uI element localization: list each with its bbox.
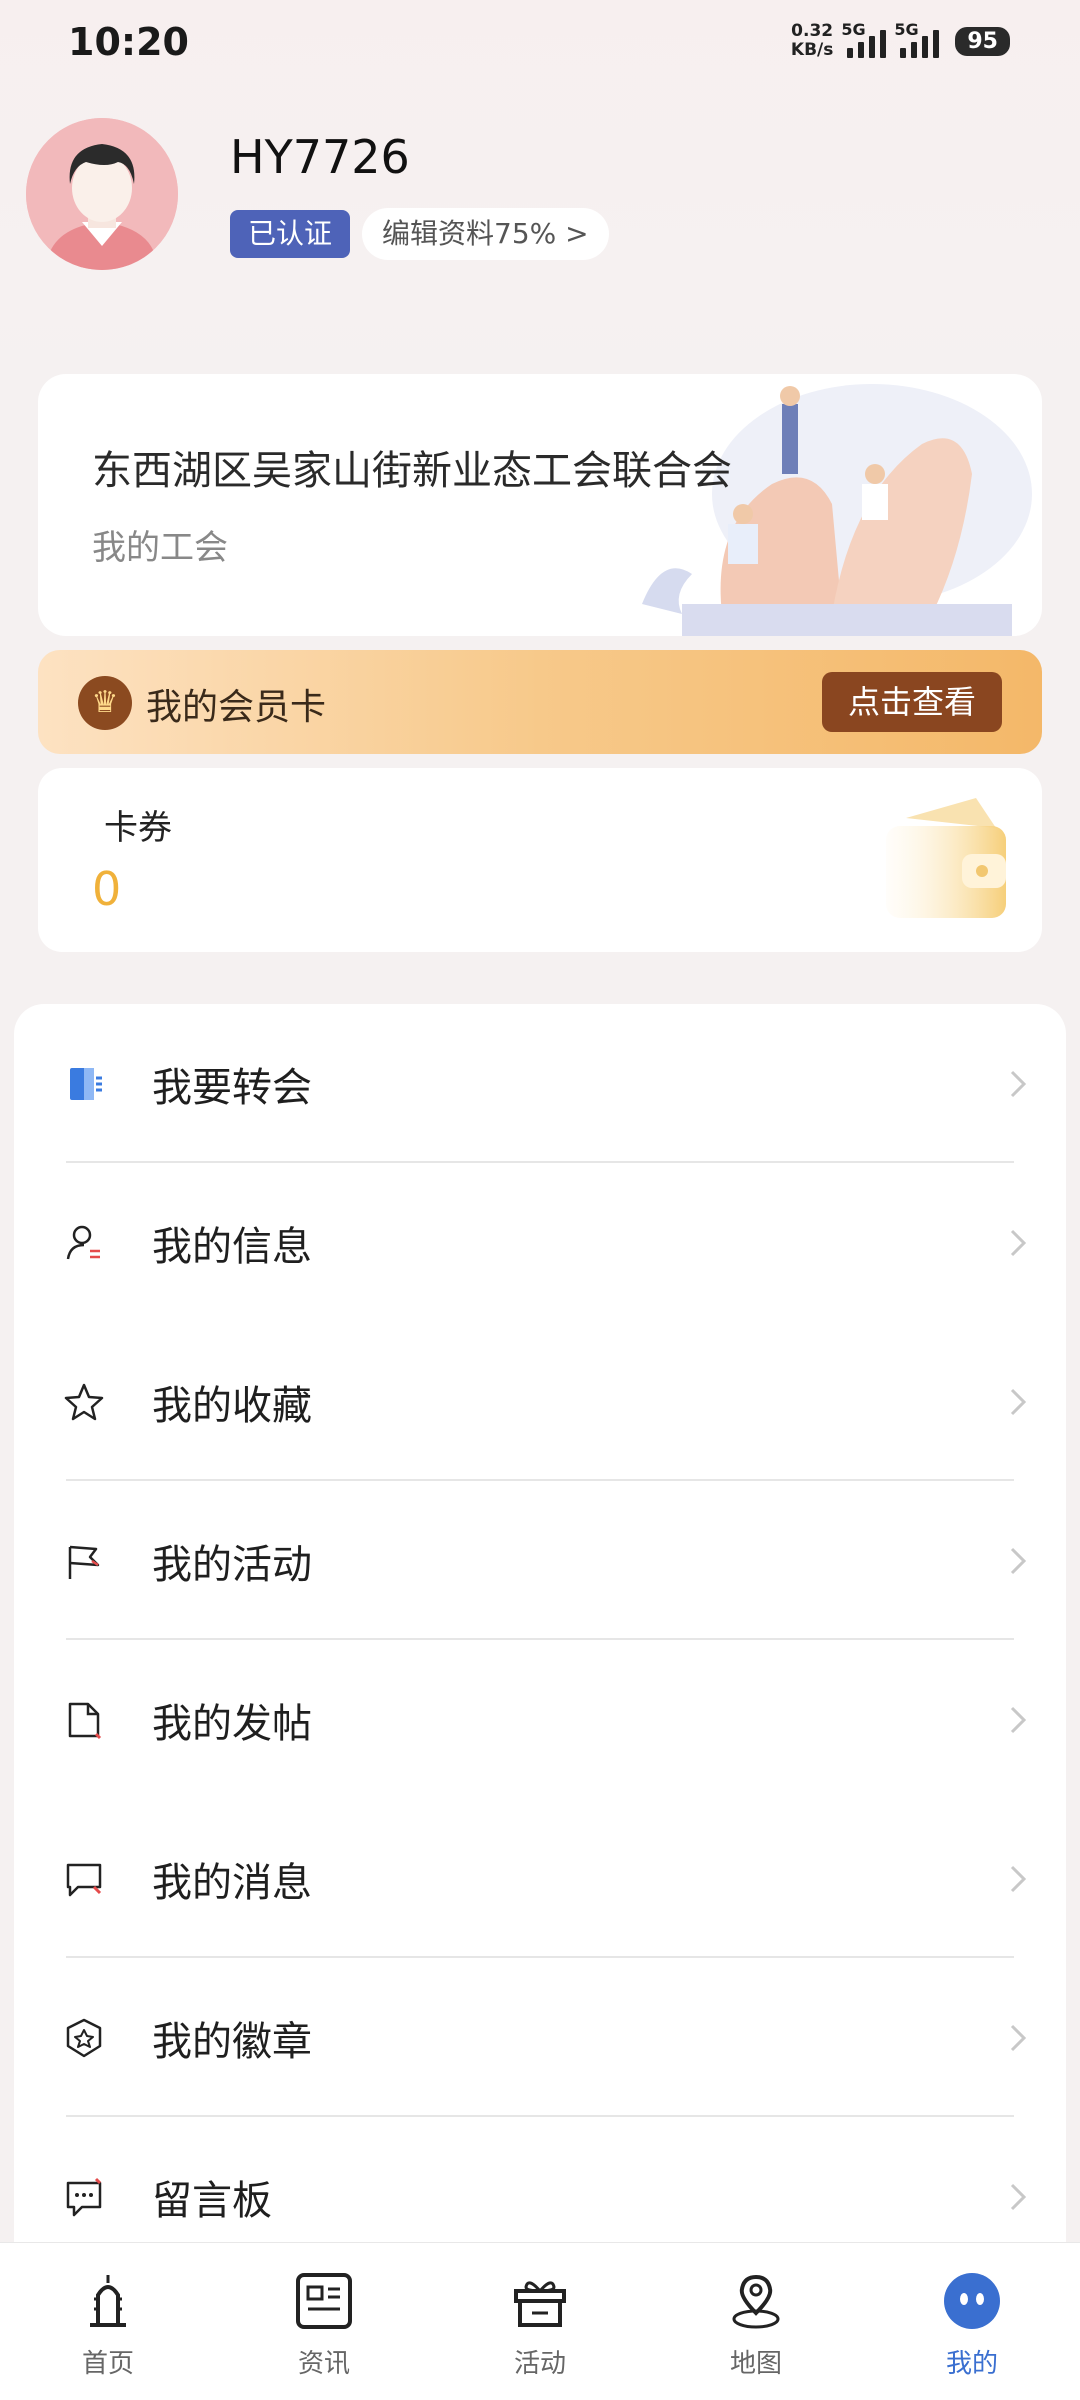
edit-profile-button[interactable]: 编辑资料75% > <box>362 208 609 260</box>
menu-label: 我的活动 <box>152 1541 312 1588</box>
chevron-right-icon <box>1010 1547 1027 1574</box>
tab-label: 地图 <box>729 2349 782 2379</box>
signal-label-2: 5G <box>894 20 919 39</box>
avatar-illustration <box>26 118 178 270</box>
chevron-right-icon <box>1010 1070 1027 1097</box>
union-subtitle: 我的工会 <box>92 528 228 568</box>
menu-item-posts[interactable]: 我的发帖 <box>14 1640 1066 1799</box>
signal-label: 5G <box>841 20 866 39</box>
status-bar: 10:20 0.32 KB/s 5G 5G 95 <box>0 0 1080 90</box>
flag-icon <box>68 1545 100 1579</box>
menu-item-badges[interactable]: 我的徽章 <box>14 1958 1066 2117</box>
document-icon <box>68 1702 102 1739</box>
star-icon <box>64 1383 104 1420</box>
union-title: 东西湖区吴家山街新业态工会联合会 <box>92 448 732 494</box>
badge-icon <box>66 2018 102 2057</box>
avatar[interactable] <box>26 118 178 270</box>
menu-item-transfer[interactable]: 我要转会 <box>14 1004 1066 1163</box>
tab-label: 首页 <box>81 2349 134 2379</box>
message-icon <box>66 1863 102 1896</box>
signal-icon-2: 5G <box>894 20 940 58</box>
gift-icon <box>514 2281 566 2327</box>
menu-label: 我的发帖 <box>152 1700 312 1747</box>
menu-item-messages[interactable]: 我的消息 <box>14 1799 1066 1958</box>
profile-face-icon <box>944 2273 1000 2329</box>
tab-mine[interactable]: 我的 <box>864 2243 1080 2400</box>
chevron-right-icon <box>1010 1865 1027 1892</box>
network-speed: 0.32 KB/s <box>791 22 833 60</box>
network-speed-unit: KB/s <box>790 40 834 60</box>
user-info-icon <box>66 1225 100 1259</box>
member-card-banner[interactable]: ♛ 我的会员卡 点击查看 <box>38 650 1042 754</box>
status-indicators: 0.32 KB/s 5G 5G 95 <box>791 20 1010 60</box>
menu-label: 我的消息 <box>152 1859 312 1906</box>
transfer-door-icon <box>70 1067 102 1100</box>
menu-item-message-board[interactable]: 留言板 <box>14 2117 1066 2254</box>
menu-label: 我的信息 <box>152 1223 312 1270</box>
chevron-right-icon <box>1010 2024 1027 2051</box>
coupon-count: 0 <box>92 862 122 916</box>
menu-list: 我要转会 我的信息 我的收藏 我的活动 我的发帖 我的消息 我的徽章 留言板 <box>14 1004 1066 2254</box>
view-member-card-button[interactable]: 点击查看 <box>821 672 1002 732</box>
chevron-right-icon <box>1010 1229 1027 1256</box>
tab-activities[interactable]: 活动 <box>432 2243 648 2400</box>
tab-label: 活动 <box>513 2349 566 2379</box>
username: HY7726 <box>230 130 410 184</box>
menu-label: 我的徽章 <box>152 2018 312 2065</box>
chevron-right-icon <box>1010 2183 1027 2210</box>
home-tower-icon <box>90 2275 126 2327</box>
coupon-card[interactable]: 卡券 0 <box>38 768 1042 952</box>
verified-badge: 已认证 <box>230 210 351 258</box>
tab-map[interactable]: 地图 <box>648 2243 864 2400</box>
menu-item-info[interactable]: 我的信息 <box>14 1163 1066 1322</box>
chevron-right-icon <box>1010 1706 1027 1733</box>
map-pin-icon <box>732 2274 780 2329</box>
coupon-label: 卡券 <box>104 808 172 848</box>
union-illustration <box>642 384 1032 636</box>
menu-item-activities[interactable]: 我的活动 <box>14 1481 1066 1640</box>
tab-news[interactable]: 资讯 <box>216 2243 432 2400</box>
menu-item-favorites[interactable]: 我的收藏 <box>14 1322 1066 1481</box>
tab-label: 我的 <box>945 2349 998 2379</box>
status-time: 10:20 <box>68 20 189 64</box>
menu-label: 我要转会 <box>152 1064 312 1111</box>
news-icon <box>296 2273 352 2329</box>
wallet-icon <box>886 798 1006 918</box>
comment-board-icon <box>66 2177 102 2216</box>
tab-label: 资讯 <box>297 2349 350 2379</box>
bottom-nav: 首页 资讯 活动 地图 我的 <box>0 2242 1080 2400</box>
crown-icon: ♛ <box>78 676 132 730</box>
chevron-right-icon <box>1010 1388 1027 1415</box>
menu-label: 留言板 <box>152 2177 272 2224</box>
signal-icon: 5G <box>841 20 887 58</box>
menu-label: 我的收藏 <box>152 1382 312 1429</box>
tab-home[interactable]: 首页 <box>0 2243 216 2400</box>
union-card[interactable]: 东西湖区吴家山街新业态工会联合会 我的工会 <box>38 374 1042 636</box>
member-card-label: 我的会员卡 <box>146 687 327 728</box>
battery-indicator: 95 <box>955 26 1010 56</box>
network-speed-value: 0.32 <box>791 21 834 41</box>
